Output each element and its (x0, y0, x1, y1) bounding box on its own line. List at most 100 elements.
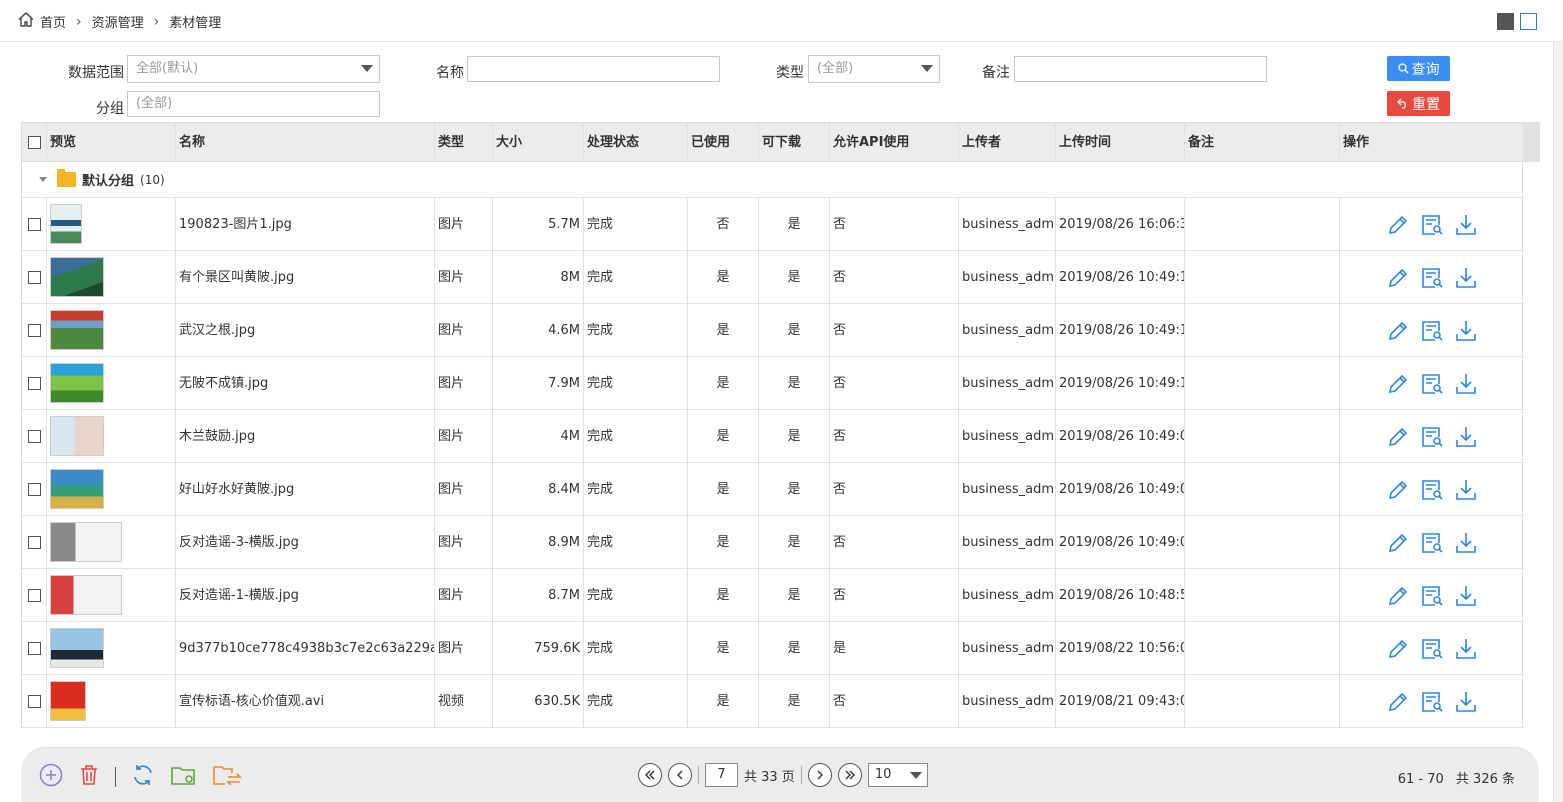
download-icon[interactable] (1454, 319, 1478, 343)
thumbnail-image[interactable] (50, 522, 122, 562)
row-checkbox[interactable] (22, 622, 47, 675)
column-header[interactable]: 名称 (176, 123, 435, 162)
preview-icon[interactable] (1420, 690, 1444, 714)
thumbnail-image[interactable] (50, 628, 104, 668)
cell-name[interactable]: 好山好水好黄陂.jpg (176, 463, 435, 516)
edit-icon[interactable] (1386, 531, 1410, 555)
prev-page-button[interactable] (668, 763, 692, 787)
name-input[interactable] (467, 56, 720, 82)
download-icon[interactable] (1454, 213, 1478, 237)
cell-name[interactable]: 有个景区叫黄陂.jpg (176, 251, 435, 304)
cell-name[interactable]: 反对造谣-1-横版.jpg (176, 569, 435, 622)
edit-icon[interactable] (1386, 213, 1410, 237)
edit-icon[interactable] (1386, 372, 1410, 396)
edit-icon[interactable] (1386, 584, 1410, 608)
cell-name[interactable]: 190823-图片1.jpg (176, 198, 435, 251)
edit-icon[interactable] (1386, 425, 1410, 449)
preview-icon[interactable] (1420, 372, 1444, 396)
table-row[interactable]: 有个景区叫黄陂.jpg 图片 8M 完成是是否 business_admin 2019/0… (22, 251, 1524, 304)
delete-icon[interactable] (77, 763, 101, 791)
download-icon[interactable] (1454, 372, 1478, 396)
breadcrumb-resources[interactable]: 资源管理 (92, 12, 144, 31)
table-row[interactable]: 无陂不成镇.jpg 图片 7.9M 完成是是否 business_admin 2019/0… (22, 357, 1524, 410)
breadcrumb-home[interactable]: 首页 (40, 12, 66, 31)
edit-icon[interactable] (1386, 266, 1410, 290)
group-input[interactable]: (全部) (127, 91, 380, 117)
table-row[interactable]: 好山好水好黄陂.jpg 图片 8.4M 完成是是否 business_admin 2019… (22, 463, 1524, 516)
thumbnail-image[interactable] (50, 575, 122, 615)
column-header[interactable]: 可下载 (759, 123, 830, 162)
row-checkbox[interactable] (22, 304, 47, 357)
column-header[interactable]: 大小 (493, 123, 584, 162)
download-icon[interactable] (1454, 637, 1478, 661)
column-header[interactable]: 允许API使用 (830, 123, 959, 162)
reset-button[interactable]: 重置 (1387, 91, 1450, 116)
table-row[interactable]: 反对造谣-1-横版.jpg 图片 8.7M 完成是是否 business_admin 20… (22, 569, 1524, 622)
preview-icon[interactable] (1420, 425, 1444, 449)
row-checkbox[interactable] (22, 251, 47, 304)
folder-settings-icon[interactable] (170, 763, 198, 791)
download-icon[interactable] (1454, 584, 1478, 608)
thumbnail-image[interactable] (50, 681, 86, 721)
row-checkbox[interactable] (22, 463, 47, 516)
thumbnail-image[interactable] (50, 310, 104, 350)
next-page-button[interactable] (807, 763, 832, 787)
row-checkbox[interactable] (22, 357, 47, 410)
column-header[interactable]: 操作 (1340, 123, 1524, 162)
table-row[interactable]: 190823-图片1.jpg 图片 5.7M 完成否是否 business_admin 2… (22, 198, 1524, 251)
preview-icon[interactable] (1420, 319, 1444, 343)
cell-name[interactable]: 宣传标语-核心价值观.avi (176, 675, 435, 728)
edit-icon[interactable] (1386, 478, 1410, 502)
vertical-scrollbar[interactable] (1553, 42, 1563, 802)
preview-icon[interactable] (1420, 637, 1444, 661)
search-button[interactable]: 查询 (1387, 56, 1450, 81)
preview-icon[interactable] (1420, 584, 1444, 608)
edit-icon[interactable] (1386, 690, 1410, 714)
row-checkbox[interactable] (22, 516, 47, 569)
edit-icon[interactable] (1386, 637, 1410, 661)
column-header[interactable]: 已使用 (688, 123, 759, 162)
edit-icon[interactable] (1386, 319, 1410, 343)
download-icon[interactable] (1454, 266, 1478, 290)
thumbnail-image[interactable] (50, 363, 104, 403)
column-header[interactable]: 上传时间 (1056, 123, 1185, 162)
row-checkbox[interactable] (22, 675, 47, 728)
add-icon[interactable] (39, 763, 63, 791)
preview-icon[interactable] (1420, 478, 1444, 502)
scope-select[interactable]: 全部(默认) (127, 55, 380, 83)
page-number-input[interactable]: 7 (705, 763, 738, 787)
last-page-button[interactable] (837, 763, 862, 787)
collapse-triangle-icon[interactable] (39, 177, 47, 182)
row-checkbox[interactable] (22, 198, 47, 251)
thumbnail-image[interactable] (50, 204, 82, 244)
thumbnail-image[interactable] (50, 469, 104, 509)
thumbnail-image[interactable] (50, 257, 104, 297)
download-icon[interactable] (1454, 425, 1478, 449)
preview-icon[interactable] (1420, 531, 1444, 555)
download-icon[interactable] (1454, 690, 1478, 714)
column-header[interactable]: 上传者 (959, 123, 1056, 162)
column-header[interactable]: 预览 (47, 123, 176, 162)
download-icon[interactable] (1454, 531, 1478, 555)
preview-icon[interactable] (1420, 213, 1444, 237)
table-row[interactable]: 9d377b10ce778c4938b3c7e2c63a229a.jpg 图片 75… (22, 622, 1524, 675)
table-row[interactable]: 武汉之根.jpg 图片 4.6M 完成是是否 business_admin 2019/08… (22, 304, 1524, 357)
layout-full-icon[interactable] (1520, 13, 1537, 30)
column-header[interactable]: 类型 (435, 123, 493, 162)
table-row[interactable]: 木兰鼓励.jpg 图片 4M 完成是是否 business_admin 2019/08/2… (22, 410, 1524, 463)
home-icon[interactable] (18, 12, 34, 31)
group-row[interactable]: 默认分组 (10) (22, 162, 1524, 198)
select-all-checkbox[interactable] (22, 123, 47, 162)
row-checkbox[interactable] (22, 569, 47, 622)
column-header[interactable]: 备注 (1185, 123, 1340, 162)
table-row[interactable]: 宣传标语-核心价值观.avi 视频 630.5K 完成是是否 business_admi… (22, 675, 1524, 728)
page-size-select[interactable]: 10 (867, 763, 928, 787)
download-icon[interactable] (1454, 478, 1478, 502)
note-input[interactable] (1014, 56, 1267, 82)
layout-compact-icon[interactable] (1497, 13, 1514, 30)
move-icon[interactable] (212, 763, 242, 791)
thumbnail-image[interactable] (50, 416, 104, 456)
cell-name[interactable]: 无陂不成镇.jpg (176, 357, 435, 410)
preview-icon[interactable] (1420, 266, 1444, 290)
cell-name[interactable]: 木兰鼓励.jpg (176, 410, 435, 463)
